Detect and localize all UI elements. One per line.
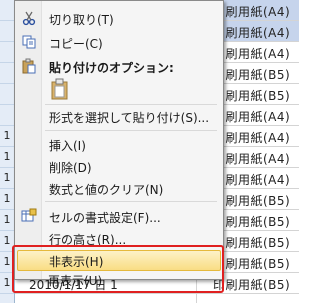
item-cell[interactable]: 印刷用紙(B5): [213, 276, 290, 293]
item-cell[interactable]: 印刷用紙(B5): [213, 87, 290, 104]
item-cell[interactable]: 印刷用紙(B5): [213, 234, 290, 251]
paste-icon[interactable]: [49, 78, 71, 100]
menu-item-label: 切り取り(T): [49, 13, 114, 27]
menu-item-unhide-row[interactable]: 再表示(U): [14, 270, 222, 290]
menu-item-hide[interactable]: 非表示(H): [17, 250, 221, 271]
row-number[interactable]: 1: [0, 252, 14, 273]
menu-heading-label: 貼り付けのオプション:: [49, 61, 174, 75]
row-number[interactable]: [0, 42, 14, 63]
format-cells-icon: [21, 208, 37, 224]
row-number[interactable]: [0, 21, 14, 42]
item-cell[interactable]: 印刷用紙(A4): [213, 45, 290, 62]
menu-item-label: 再表示(U): [48, 274, 103, 288]
menu-item-format-cells[interactable]: セルの書式設定(F)...: [15, 205, 223, 227]
menu-item-label: 行の高さ(R)...: [49, 233, 127, 247]
menu-item-label: 削除(D): [49, 161, 92, 175]
menu-item-cut[interactable]: 切り取り(T): [15, 7, 223, 29]
menu-item-paste-special[interactable]: 形式を選択して貼り付け(S)...: [15, 105, 223, 127]
item-cell[interactable]: 印刷用紙(B5): [213, 192, 290, 209]
row-number[interactable]: 1: [0, 273, 14, 294]
row-number[interactable]: [0, 63, 14, 84]
clipboard-icon: [21, 58, 37, 74]
row-number[interactable]: 1: [0, 126, 14, 147]
menu-separator: [45, 130, 217, 131]
row-number[interactable]: 1: [0, 189, 14, 210]
row-number[interactable]: 1: [0, 231, 14, 252]
item-cell[interactable]: 印刷用紙(A4): [213, 24, 290, 41]
menu-item-insert[interactable]: 挿入(I): [15, 133, 223, 155]
copy-icon: [21, 34, 37, 50]
menu-item-label: 形式を選択して貼り付け(S)...: [49, 111, 210, 125]
scissors-icon: [21, 10, 37, 26]
menu-item-copy[interactable]: コピー(C): [15, 31, 223, 53]
row-number[interactable]: 1: [0, 147, 14, 168]
item-cell[interactable]: 印刷用紙(A4): [213, 129, 290, 146]
row-number[interactable]: [0, 84, 14, 105]
row-number[interactable]: [0, 105, 14, 126]
menu-item-label: 非表示(H): [49, 255, 104, 269]
row-number[interactable]: [0, 0, 14, 21]
item-cell[interactable]: 印刷用紙(B5): [213, 213, 290, 230]
menu-item-clear-contents[interactable]: 数式と値のクリア(N): [15, 177, 223, 199]
menu-item-row-height[interactable]: 行の高さ(R)...: [15, 227, 223, 249]
menu-item-label: セルの書式設定(F)...: [49, 211, 161, 225]
item-cell[interactable]: 印刷用紙(B5): [213, 255, 290, 272]
item-cell[interactable]: 印刷用紙(A4): [213, 171, 290, 188]
row-header-column: 11111111: [0, 0, 15, 303]
row-number[interactable]: 1: [0, 168, 14, 189]
item-cell[interactable]: 印刷用紙(A4): [213, 108, 290, 125]
item-cell[interactable]: 印刷用紙(A4): [213, 150, 290, 167]
menu-item-delete[interactable]: 削除(D): [15, 155, 223, 177]
menu-heading-paste-options: 貼り付けのオプション:: [15, 55, 223, 77]
menu-item-label: 数式と値のクリア(N): [49, 183, 164, 197]
context-menu: 切り取り(T) コピー(C) 貼り付けのオプション: 形式を選択して貼り付け(S…: [14, 0, 224, 280]
menu-separator: [45, 201, 217, 202]
menu-item-label: 挿入(I): [49, 139, 86, 153]
row-number[interactable]: 1: [0, 210, 14, 231]
menu-item-label: コピー(C): [49, 37, 103, 51]
item-cell[interactable]: 印刷用紙(B5): [213, 66, 290, 83]
item-cell[interactable]: 印刷用紙(A4): [213, 3, 290, 20]
